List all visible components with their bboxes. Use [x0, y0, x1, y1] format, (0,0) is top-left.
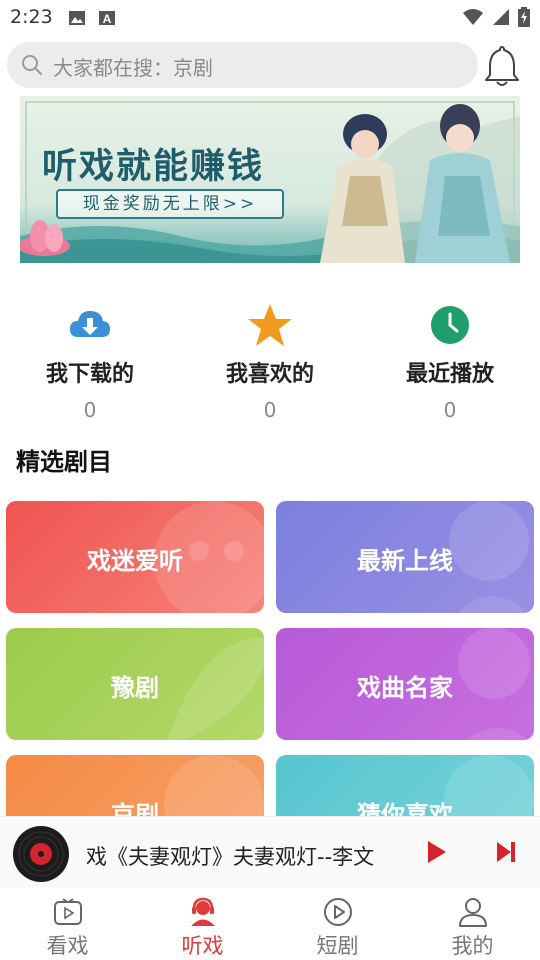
- tv-icon: [54, 898, 82, 925]
- category-tile-opera-fans[interactable]: 戏迷爱听: [6, 501, 264, 613]
- category-label: 戏曲名家: [357, 674, 453, 702]
- category-label: 豫剧: [111, 674, 159, 702]
- category-tile-recommended[interactable]: 猜你喜欢: [276, 755, 534, 816]
- category-label: 最新上线: [357, 547, 453, 575]
- download-cloud-icon: [70, 311, 110, 337]
- image-notification-icon: [69, 11, 85, 25]
- search-input[interactable]: 大家都在搜：京剧: [7, 42, 478, 88]
- quick-count-recent: 0: [443, 398, 457, 422]
- clock-icon: [431, 306, 469, 344]
- category-tile-new-releases[interactable]: 最新上线: [276, 501, 534, 613]
- search-icon: [22, 55, 42, 75]
- vinyl-disc-icon: [13, 826, 69, 882]
- play-circle-icon: [324, 898, 352, 926]
- category-tile-masters[interactable]: 戏曲名家: [276, 628, 534, 740]
- headset-user-icon: [191, 897, 215, 926]
- category-grid: 戏迷爱听 最新上线 豫剧 戏曲名家 京剧 猜你喜欢: [0, 496, 540, 816]
- tab-watch[interactable]: 看戏: [0, 888, 135, 960]
- quick-label-downloads: 我下载的: [45, 362, 134, 387]
- promo-banner[interactable]: 听戏就能赚钱 现金奖励无上限>>: [20, 96, 520, 263]
- status-system-icons: [462, 7, 530, 27]
- category-tile-peking-opera[interactable]: 京剧: [6, 755, 264, 816]
- quick-item-favorites[interactable]: 我喜欢的 0: [180, 300, 360, 426]
- tab-label: 我的: [451, 934, 494, 958]
- search-placeholder: 大家都在搜：京剧: [53, 56, 213, 80]
- quick-count-favorites: 0: [263, 398, 277, 422]
- quick-item-recent[interactable]: 最近播放 0: [360, 300, 540, 426]
- banner-title: 听戏就能赚钱: [42, 146, 265, 187]
- quick-count-downloads: 0: [83, 398, 97, 422]
- category-label: 京剧: [111, 801, 159, 816]
- bottom-tab-bar: 看戏 听戏 短剧 我的: [0, 888, 540, 960]
- tab-mine[interactable]: 我的: [405, 888, 540, 960]
- quick-label-recent: 最近播放: [405, 362, 494, 387]
- status-time: 2:23: [10, 6, 53, 28]
- svg-text:A: A: [103, 12, 112, 26]
- quick-actions: 我下载的 0 我喜欢的 0 最近播放 0: [0, 300, 540, 426]
- status-bar: 2:23 A: [0, 0, 540, 36]
- quick-item-downloads[interactable]: 我下载的 0: [0, 300, 180, 426]
- category-label: 猜你喜欢: [357, 801, 453, 816]
- play-icon[interactable]: [424, 839, 448, 865]
- tab-label: 听戏: [181, 934, 224, 958]
- search-bar-row: 大家都在搜：京剧: [0, 42, 540, 92]
- tab-label: 短剧: [316, 934, 359, 958]
- now-playing-title: 戏《夫妻观灯》夫妻观灯--李文: [86, 845, 375, 869]
- status-notification-icons: A: [68, 9, 116, 27]
- star-icon: [248, 304, 292, 346]
- quick-label-favorites: 我喜欢的: [225, 362, 314, 387]
- wifi-icon: [463, 9, 483, 25]
- tab-label: 看戏: [46, 934, 89, 958]
- mini-player[interactable]: 戏《夫妻观灯》夫妻观灯--李文: [0, 816, 540, 888]
- section-title: 精选剧目: [16, 448, 112, 476]
- banner-subtitle[interactable]: 现金奖励无上限>>: [56, 189, 284, 219]
- next-track-icon[interactable]: [494, 839, 518, 865]
- signal-icon: [493, 9, 509, 25]
- person-icon: [459, 898, 487, 927]
- category-tile-yu-opera[interactable]: 豫剧: [6, 628, 264, 740]
- category-label: 戏迷爱听: [87, 547, 183, 575]
- tab-listen[interactable]: 听戏: [135, 888, 270, 960]
- battery-icon: [518, 7, 530, 27]
- text-notification-icon: A: [99, 11, 115, 26]
- tab-shorts[interactable]: 短剧: [270, 888, 405, 960]
- bell-icon[interactable]: [484, 44, 520, 88]
